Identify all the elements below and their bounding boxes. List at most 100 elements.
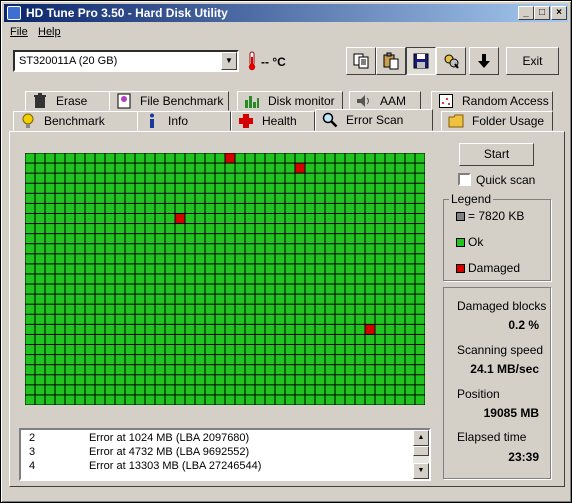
ok-block — [165, 213, 175, 224]
ok-block — [105, 244, 115, 254]
ok-block — [55, 254, 65, 264]
ok-block — [125, 355, 135, 365]
start-button[interactable]: Start — [459, 143, 534, 166]
ok-block — [225, 193, 235, 203]
ok-block — [295, 284, 305, 294]
ok-block — [375, 324, 385, 334]
tab-benchmark[interactable]: Benchmark — [13, 111, 145, 131]
quick-scan-label[interactable]: Quick scan — [476, 173, 535, 187]
ok-block — [135, 334, 145, 345]
ok-block — [25, 234, 35, 244]
tab-random-access[interactable]: Random Access — [431, 91, 553, 111]
exit-button[interactable]: Exit — [506, 47, 559, 75]
ok-block — [245, 365, 255, 375]
ok-block — [265, 345, 275, 355]
scroll-down-icon[interactable]: ▼ — [413, 463, 429, 479]
ok-block — [305, 365, 315, 375]
ok-block — [345, 385, 355, 395]
tab-erase[interactable]: Erase — [25, 91, 121, 111]
tab-info[interactable]: Info — [137, 111, 231, 131]
ok-block — [205, 334, 215, 345]
paste-button[interactable] — [376, 47, 406, 75]
chevron-down-icon[interactable]: ▼ — [221, 52, 237, 70]
copy-button[interactable] — [346, 47, 376, 75]
ok-block — [315, 294, 325, 304]
ok-block — [245, 304, 255, 314]
ok-block — [295, 274, 305, 284]
ok-block — [135, 213, 145, 224]
arrow-down-icon — [478, 54, 490, 68]
ok-block — [205, 304, 215, 314]
scroll-thumb[interactable] — [413, 446, 429, 456]
menu-help[interactable]: Help — [38, 26, 61, 38]
ok-block — [405, 254, 415, 264]
ok-block — [175, 264, 185, 274]
ok-block — [305, 334, 315, 345]
ok-block — [185, 264, 195, 274]
ok-block — [215, 234, 225, 244]
ok-block — [325, 395, 335, 405]
ok-block — [235, 224, 245, 234]
ok-block — [145, 334, 155, 345]
ok-block — [375, 334, 385, 345]
ok-block — [145, 234, 155, 244]
ok-block — [175, 203, 185, 213]
tab-file-benchmark[interactable]: File Benchmark — [109, 91, 229, 111]
ok-block — [375, 304, 385, 314]
options-button[interactable] — [436, 47, 466, 75]
tab-folder-usage[interactable]: Folder Usage — [441, 111, 553, 131]
ok-block — [285, 274, 295, 284]
ok-block — [255, 234, 265, 244]
menu-file[interactable]: File — [10, 26, 28, 38]
ok-block — [195, 153, 205, 163]
ok-block — [25, 193, 35, 203]
error-log-list[interactable]: 2 Error at 1024 MB (LBA 2097680) 3 Error… — [19, 428, 431, 481]
save-button[interactable] — [406, 47, 436, 75]
ok-block — [355, 385, 365, 395]
ok-block — [235, 375, 245, 385]
ok-block — [155, 274, 165, 284]
close-button[interactable]: × — [551, 6, 567, 20]
ok-block — [85, 314, 95, 324]
scroll-up-icon[interactable]: ▲ — [413, 430, 429, 446]
minimize-button[interactable]: _ — [518, 6, 534, 20]
download-button[interactable] — [469, 47, 499, 75]
ok-block — [65, 213, 75, 224]
ok-block — [215, 375, 225, 385]
ok-block — [85, 355, 95, 365]
ok-block — [385, 183, 395, 193]
tab-health[interactable]: Health — [231, 111, 315, 131]
tab-error-scan[interactable]: Error Scan — [315, 109, 433, 131]
maximize-button[interactable]: □ — [534, 6, 550, 20]
ok-block — [335, 224, 345, 234]
tab-disk-monitor[interactable]: Disk monitor — [237, 91, 343, 111]
ok-block — [125, 254, 135, 264]
ok-block — [115, 173, 125, 183]
ok-block — [395, 224, 405, 234]
ok-block — [155, 264, 165, 274]
ok-block — [265, 304, 275, 314]
tab-aam[interactable]: AAM — [349, 91, 421, 111]
ok-block — [275, 244, 285, 254]
ok-block — [205, 264, 215, 274]
ok-block — [215, 264, 225, 274]
log-scrollbar[interactable]: ▲ ▼ — [413, 430, 429, 479]
ok-block — [245, 324, 255, 334]
ok-block — [215, 304, 225, 314]
ok-block — [325, 163, 335, 173]
ok-block — [35, 203, 45, 213]
ok-block — [175, 375, 185, 385]
ok-block — [165, 385, 175, 395]
ok-block — [415, 203, 425, 213]
ok-block — [215, 314, 225, 324]
ok-block — [305, 224, 315, 234]
drive-select[interactable]: ST320011A (20 GB) ▼ — [13, 50, 239, 72]
ok-block — [325, 324, 335, 334]
ok-block — [155, 203, 165, 213]
ok-block — [45, 163, 55, 173]
ok-block — [35, 395, 45, 405]
ok-block — [325, 244, 335, 254]
quick-scan-checkbox[interactable] — [458, 173, 471, 186]
ok-block — [65, 254, 75, 264]
ok-block — [315, 234, 325, 244]
